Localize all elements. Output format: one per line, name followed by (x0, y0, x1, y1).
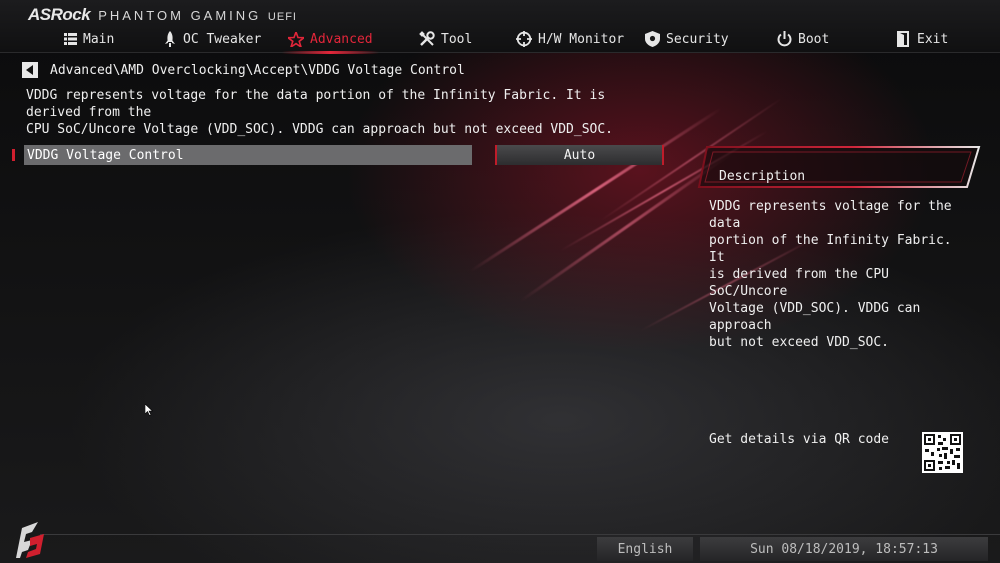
description-line: but not exceed VDD_SOC. (709, 335, 890, 350)
rocket-icon (165, 31, 175, 47)
help-line: CPU SoC/Uncore Voltage (VDD_SOC). VDDG c… (26, 122, 613, 137)
footer-divider (40, 534, 1000, 535)
chevron-left-icon (26, 65, 33, 75)
power-icon (777, 31, 792, 47)
brand: ASRock PHANTOM GAMING UEFI (28, 5, 297, 25)
back-button[interactable] (22, 62, 38, 78)
star-icon (288, 31, 304, 47)
mouse-cursor-icon (145, 404, 153, 416)
crosshair-icon (516, 31, 532, 47)
tools-icon (419, 31, 435, 46)
tab-tool[interactable]: Tool (419, 28, 472, 50)
tab-oc-tweaker[interactable]: OC Tweaker (163, 28, 261, 50)
qr-code-icon (922, 432, 963, 473)
tab-label: Security (666, 31, 729, 47)
tab-label: Advanced (310, 31, 373, 47)
date-time-display[interactable]: Sun 08/18/2019, 18:57:13 (700, 537, 988, 561)
breadcrumb: Advanced\AMD Overclocking\Accept\VDDG Vo… (22, 62, 465, 78)
description-text: VDDG represents voltage for the data por… (709, 198, 969, 351)
setting-label: VDDG Voltage Control (27, 147, 184, 163)
description-frame (697, 146, 981, 188)
shield-icon (645, 31, 660, 47)
selected-row-marker (12, 149, 15, 161)
tab-main[interactable]: Main (64, 28, 114, 50)
description-line: VDDG represents voltage for the data (709, 199, 952, 231)
brand-subtitle: PHANTOM GAMING UEFI (98, 8, 297, 23)
page-help-text: VDDG represents voltage for the data por… (26, 87, 666, 138)
tab-label: OC Tweaker (183, 31, 262, 47)
tab-label: Main (83, 31, 115, 47)
language-button[interactable]: English (597, 537, 693, 561)
description-title: Description (719, 169, 806, 184)
qr-label: Get details via QR code (709, 432, 890, 447)
setting-value-dropdown[interactable]: Auto (495, 145, 664, 165)
tab-hw-monitor[interactable]: H/W Monitor (516, 28, 624, 50)
help-line: VDDG represents voltage for the data por… (26, 88, 606, 120)
phantom-gaming-logo-icon (16, 522, 44, 558)
tab-exit[interactable]: Exit (897, 28, 948, 50)
tab-label: Tool (441, 31, 473, 47)
description-line: Voltage (VDD_SOC). VDDG can approach (709, 301, 921, 333)
tab-boot[interactable]: Boot (777, 28, 829, 50)
description-line: portion of the Infinity Fabric. It (709, 233, 952, 265)
top-bar: ASRock PHANTOM GAMING UEFI Main OC Tweak… (0, 0, 1000, 54)
brand-logo: ASRock (28, 5, 91, 24)
tab-advanced[interactable]: Advanced (282, 28, 379, 54)
list-icon (64, 33, 77, 45)
breadcrumb-path: Advanced\AMD Overclocking\Accept\VDDG Vo… (50, 62, 465, 78)
bios-screen: ASRock PHANTOM GAMING UEFI Main OC Tweak… (0, 0, 1000, 563)
exit-icon (897, 31, 909, 47)
tab-security[interactable]: Security (645, 28, 729, 50)
main-tabs: Main OC Tweaker Advanced Tool H/W Monito… (0, 28, 1000, 54)
setting-row-vddg[interactable]: VDDG Voltage Control (24, 145, 472, 165)
description-line: is derived from the CPU SoC/Uncore (709, 267, 890, 299)
tab-label: Exit (917, 31, 949, 47)
tab-label: H/W Monitor (538, 31, 625, 47)
tab-label: Boot (798, 31, 830, 47)
